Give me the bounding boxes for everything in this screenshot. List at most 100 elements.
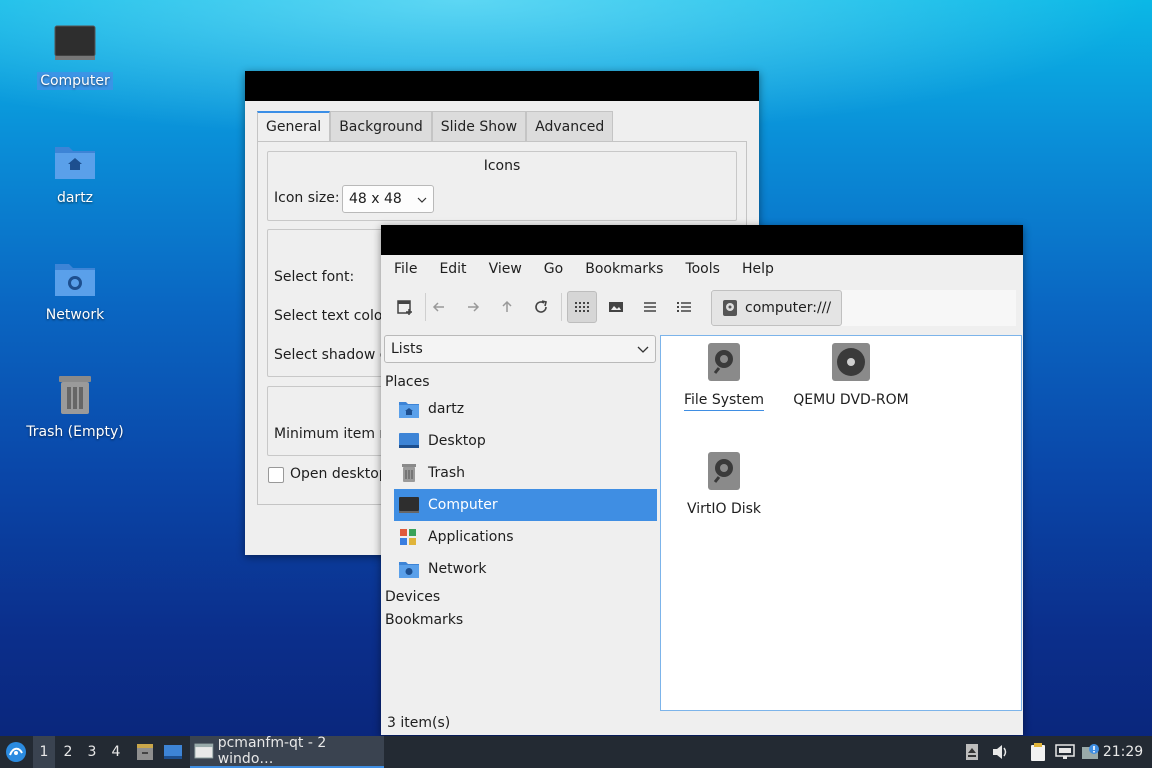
minimum-item-margin-label: Minimum item m: [274, 426, 394, 442]
menu-file[interactable]: File: [383, 261, 428, 277]
tab-background[interactable]: Background: [330, 111, 432, 141]
select-shadow-color-label: Select shadow c: [274, 347, 388, 363]
side-pane-mode-select[interactable]: Lists: [384, 335, 656, 363]
sidebar-item-label: Applications: [428, 529, 514, 545]
select-text-color-label: Select text colo: [274, 308, 383, 324]
computer-icon: [399, 497, 419, 513]
menu-help[interactable]: Help: [731, 261, 785, 277]
desktop-switch-1[interactable]: 1: [33, 736, 55, 768]
open-desktop-checkbox[interactable]: [268, 467, 284, 483]
sidebar-item-applications[interactable]: Applications: [394, 521, 657, 553]
sidebar-item-label: Trash: [428, 465, 465, 481]
toolbar-separator: [561, 293, 562, 321]
show-desktop-button[interactable]: [161, 736, 185, 768]
arrow-left-icon: [432, 302, 444, 312]
trash-icon: [402, 464, 416, 482]
detailed-view-button[interactable]: [669, 291, 699, 323]
compact-view-button[interactable]: [635, 291, 665, 323]
desktop-icon-trash[interactable]: Trash (Empty): [20, 373, 130, 441]
menu-edit[interactable]: Edit: [428, 261, 477, 277]
desktop-icon-label: Network: [45, 307, 105, 323]
sidebar-item-computer[interactable]: Computer: [394, 489, 657, 521]
sidebar-item-network[interactable]: Network: [394, 553, 657, 585]
desktop-switch-4[interactable]: 4: [105, 736, 127, 768]
icon-view-button[interactable]: [567, 291, 597, 323]
chevron-down-icon: [417, 191, 427, 207]
sidebar-item-label: Computer: [428, 497, 498, 513]
icons-group: Icons Icon size: 48 x 48: [267, 151, 737, 221]
file-item-qemu-dvd-rom[interactable]: QEMU DVD-ROM: [786, 342, 916, 410]
sidebar-item-dartz[interactable]: dartz: [394, 393, 657, 425]
arrow-up-icon: [502, 300, 512, 312]
file-item-file-system[interactable]: File System: [659, 342, 789, 411]
tray-arrow-button[interactable]: [962, 736, 982, 768]
file-item-virtio-disk[interactable]: VirtIO Disk: [659, 451, 789, 519]
network-icon: [1055, 744, 1075, 759]
chevron-down-icon: [637, 341, 649, 357]
file-label: File System: [683, 392, 765, 411]
desktop-icon-label: Computer: [37, 72, 113, 90]
tab-slide-show[interactable]: Slide Show: [431, 111, 527, 141]
menu-view[interactable]: View: [478, 261, 533, 277]
thumbnail-view-button[interactable]: [601, 291, 631, 323]
path-button-computer[interactable]: computer:///: [711, 290, 843, 326]
path-text: computer:///: [745, 300, 832, 316]
up-button[interactable]: [492, 291, 522, 323]
network-folder-icon: [399, 562, 419, 578]
menu-go[interactable]: Go: [533, 261, 574, 277]
devices-header[interactable]: Devices: [385, 589, 440, 605]
icon-size-select[interactable]: 48 x 48: [342, 185, 434, 213]
home-folder-icon: [20, 139, 130, 183]
icons-group-title: Icons: [483, 158, 521, 174]
arrow-right-icon: [468, 302, 480, 312]
open-desktop-label: Open desktop: [290, 466, 388, 482]
file-manager-window: File Edit View Go Bookmarks Tools Help c…: [381, 225, 1023, 735]
window-titlebar[interactable]: [381, 225, 1023, 255]
tab-bar: General Background Slide Show Advanced: [257, 111, 614, 141]
volume-icon: [993, 745, 1007, 759]
icon-size-value: 48 x 48: [349, 191, 402, 207]
task-button-pcmanfm[interactable]: pcmanfm-qt - 2 windo…: [190, 735, 384, 768]
new-tab-icon: [397, 300, 412, 315]
reload-icon: [535, 300, 547, 313]
select-font-label: Select font:: [274, 269, 355, 285]
sidebar-item-trash[interactable]: Trash: [394, 457, 657, 489]
list-icon: [644, 302, 656, 312]
new-tab-button[interactable]: [390, 291, 420, 323]
desktop-icon-computer[interactable]: Computer: [20, 22, 130, 90]
clock[interactable]: 21:29: [1100, 736, 1146, 768]
network-button[interactable]: [1053, 736, 1077, 768]
desktop-icon-home[interactable]: dartz: [20, 139, 130, 207]
back-button[interactable]: [424, 291, 454, 323]
file-label: QEMU DVD-ROM: [793, 392, 909, 408]
side-pane-mode-value: Lists: [391, 341, 423, 357]
bookmarks-header[interactable]: Bookmarks: [385, 612, 463, 628]
volume-button[interactable]: [989, 736, 1011, 768]
file-manager-launcher[interactable]: [133, 736, 157, 768]
sidebar-item-label: Desktop: [428, 433, 486, 449]
tab-advanced[interactable]: Advanced: [526, 111, 614, 141]
desktop-icon-label: Trash (Empty): [26, 424, 124, 440]
home-folder-icon: [399, 402, 419, 418]
desktop-switch-2[interactable]: 2: [57, 736, 79, 768]
menu-tools[interactable]: Tools: [674, 261, 731, 277]
tab-general[interactable]: General: [257, 111, 331, 141]
sidebar-item-label: dartz: [428, 401, 465, 417]
reload-button[interactable]: [526, 291, 556, 323]
trash-icon: [20, 373, 130, 417]
main-menu-button[interactable]: [2, 736, 30, 768]
file-view[interactable]: File System QEMU DVD-ROM VirtIO Disk: [660, 335, 1022, 711]
desktop-switch-3[interactable]: 3: [81, 736, 103, 768]
desktop-icon-network[interactable]: Network: [20, 256, 130, 324]
forward-button[interactable]: [458, 291, 488, 323]
computer-icon: [20, 22, 130, 66]
status-bar: 3 item(s): [387, 715, 451, 731]
menu-bookmarks[interactable]: Bookmarks: [574, 261, 674, 277]
sidebar-item-desktop[interactable]: Desktop: [394, 425, 657, 457]
window-titlebar[interactable]: [245, 71, 759, 101]
places-header[interactable]: Places: [385, 374, 430, 390]
window-icon: [194, 743, 214, 759]
drive-icon: [723, 300, 737, 316]
clipboard-button[interactable]: [1027, 736, 1049, 768]
path-bar: computer:///: [711, 290, 1016, 326]
